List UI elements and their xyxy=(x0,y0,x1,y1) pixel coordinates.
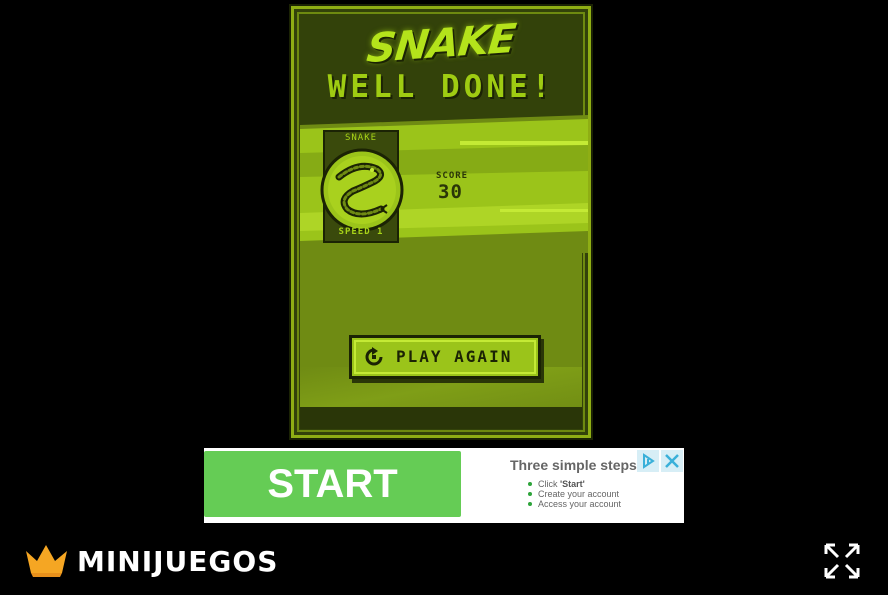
game-screen: SNAKE WELL DONE! SNAKE SPEED 1 SCORE 30 xyxy=(289,4,593,440)
adchoices-icon[interactable] xyxy=(637,450,659,472)
speed-label: SPEED 1 xyxy=(338,227,384,237)
ad-step: Create your account xyxy=(528,489,621,499)
ad-heading: Three simple steps xyxy=(510,457,637,473)
well-done-heading: WELL DONE! xyxy=(327,69,555,105)
brand-name: MINIJUEGOS xyxy=(77,545,279,578)
crown-icon xyxy=(26,545,67,577)
play-again-label: PLAY AGAIN xyxy=(396,347,513,366)
ad-steps-list: Click 'Start' Create your account Access… xyxy=(528,479,621,509)
ad-banner[interactable]: START Three simple steps Click 'Start' C… xyxy=(204,448,684,523)
card-title: SNAKE xyxy=(344,133,378,143)
restart-icon xyxy=(365,347,383,366)
ad-step: Click 'Start' xyxy=(528,479,621,489)
ad-start-button[interactable]: START xyxy=(204,451,461,517)
lower-background xyxy=(300,247,582,417)
play-again-button[interactable]: PLAY AGAIN xyxy=(349,335,541,379)
fullscreen-icon xyxy=(824,543,860,579)
snake-emblem-icon xyxy=(320,148,404,232)
ad-step: Access your account xyxy=(528,499,621,509)
score-label: SCORE xyxy=(436,171,469,181)
bottom-bar xyxy=(300,407,582,429)
ad-close-icon[interactable] xyxy=(661,450,683,472)
level-card: SNAKE SPEED 1 xyxy=(320,130,404,243)
game-logo: SNAKE xyxy=(364,15,518,73)
fullscreen-button[interactable] xyxy=(822,541,862,581)
score-value: 30 xyxy=(438,181,463,203)
